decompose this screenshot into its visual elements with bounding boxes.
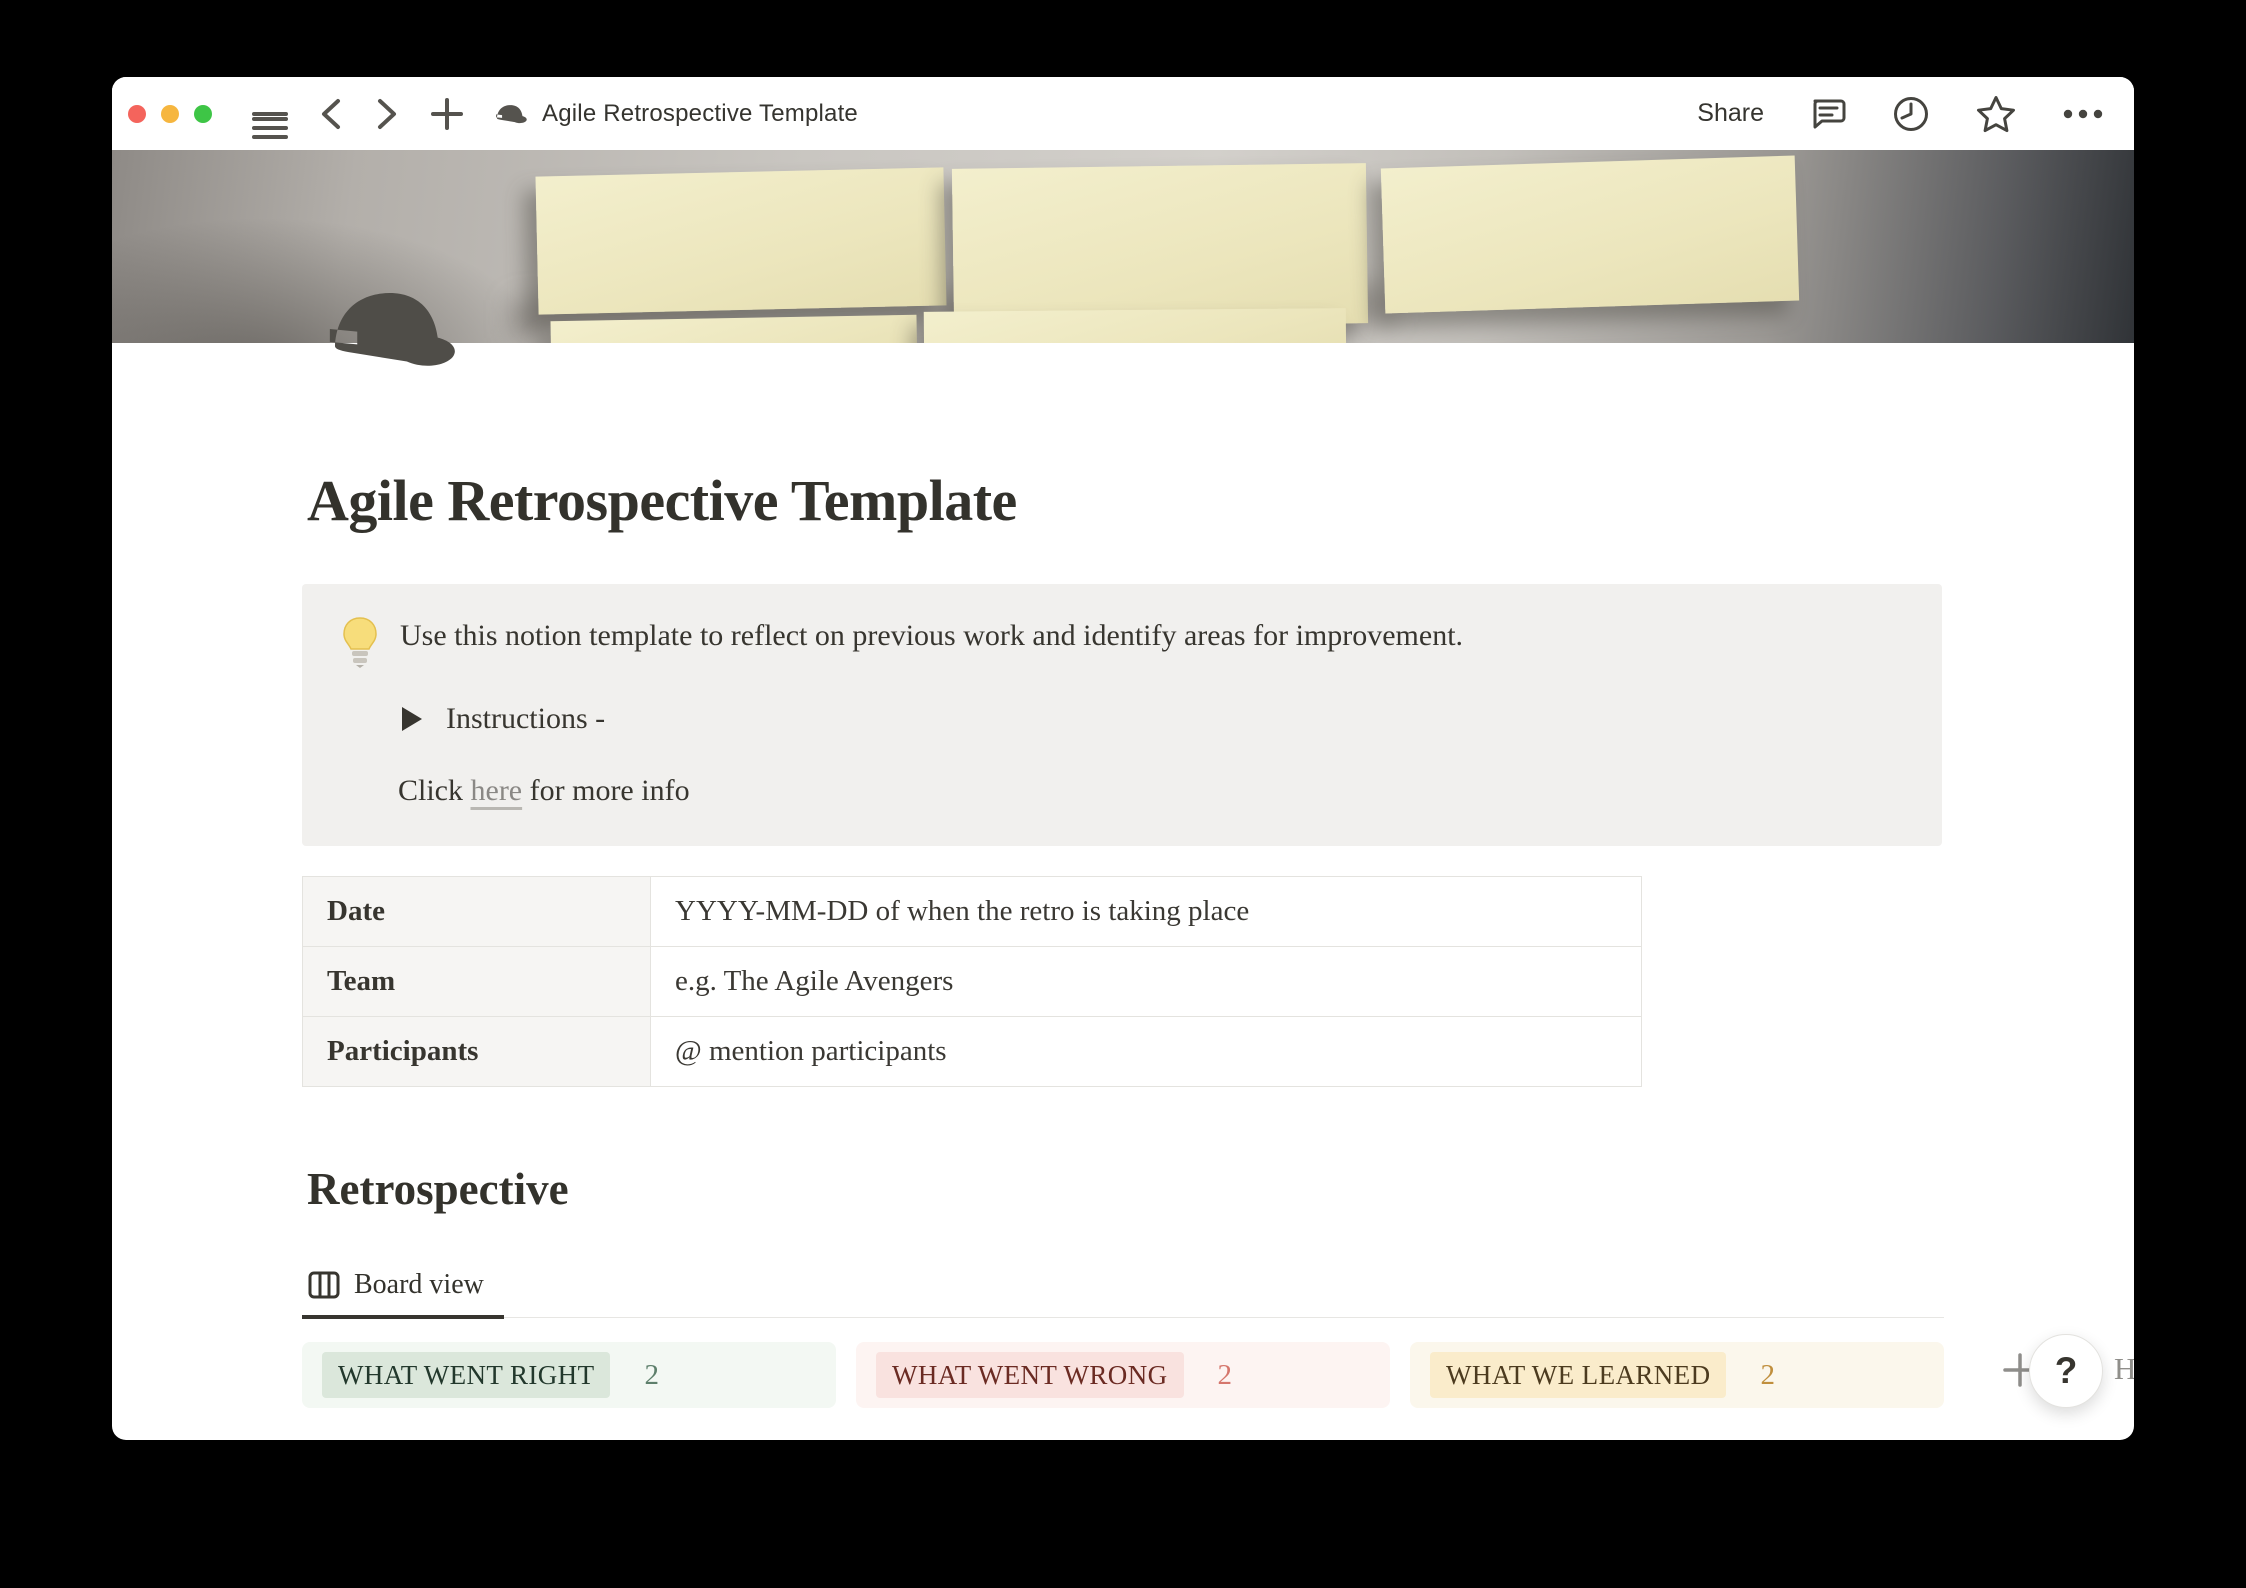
notion-window: Agile Retrospective Template Share (112, 77, 2134, 1440)
close-window-button[interactable] (128, 105, 146, 123)
page-title[interactable]: Agile Retrospective Template (307, 467, 1944, 534)
clock-icon (1892, 95, 1930, 133)
callout-main-line: Use this notion template to reflect on p… (340, 614, 1904, 668)
board-column: WHAT WE LEARNED 2 (1410, 1342, 1944, 1408)
comments-button[interactable] (1810, 96, 1846, 132)
page-body: Agile Retrospective Template Use this no… (112, 343, 2134, 1408)
sidebar-toggle-button[interactable] (252, 107, 288, 121)
property-value[interactable]: e.g. The Agile Avengers (651, 947, 1642, 1017)
more-options-button[interactable] (2062, 108, 2104, 120)
section-heading: Retrospective (307, 1163, 1944, 1215)
cap-icon (494, 102, 528, 126)
tab-board-view[interactable]: Board view (302, 1265, 504, 1319)
page-icon-cap[interactable] (323, 285, 460, 373)
hidden-columns-clipped-label[interactable]: H (2114, 1351, 2134, 1387)
window-titlebar: Agile Retrospective Template Share (112, 77, 2134, 150)
table-row: Team e.g. The Agile Avengers (303, 947, 1642, 1017)
desktop-background: Agile Retrospective Template Share (0, 0, 2246, 1588)
breadcrumb-title: Agile Retrospective Template (542, 100, 858, 128)
table-row: Participants @ mention participants (303, 1017, 1642, 1087)
group-count: 2 (1760, 1359, 1775, 1392)
property-label: Participants (303, 1017, 651, 1087)
board-column: WHAT WENT WRONG 2 (856, 1342, 1390, 1408)
link-suffix-text: for more info (522, 774, 689, 807)
plus-icon (430, 97, 464, 131)
breadcrumb[interactable]: Agile Retrospective Template (494, 100, 858, 128)
lightbulb-icon (340, 616, 380, 668)
group-count: 2 (1218, 1359, 1233, 1392)
property-label: Team (303, 947, 651, 1017)
titlebar-actions: Share (1697, 95, 2104, 133)
minimize-window-button[interactable] (161, 105, 179, 123)
hamburger-icon (252, 112, 288, 116)
window-controls (128, 105, 212, 123)
board-column: WHAT WENT RIGHT 2 (302, 1342, 836, 1408)
board-view: WHAT WENT RIGHT 2 WHAT WENT WRONG 2 WHAT… (302, 1342, 1944, 1408)
callout-block: Use this notion template to reflect on p… (302, 584, 1942, 846)
new-page-button[interactable] (430, 97, 464, 131)
sticky-note (924, 308, 1347, 343)
favorite-button[interactable] (1976, 95, 2016, 133)
chevron-right-icon (374, 97, 400, 131)
cover-shadow (512, 284, 1393, 337)
share-button[interactable]: Share (1697, 99, 1764, 128)
group-badge[interactable]: WHAT WE LEARNED (1430, 1352, 1726, 1398)
star-icon (1976, 95, 2016, 133)
view-tabs: Board view (302, 1265, 1944, 1318)
ellipsis-icon (2062, 108, 2104, 120)
group-count: 2 (644, 1359, 659, 1392)
nav-back-button[interactable] (318, 97, 344, 131)
properties-table: Date YYYY-MM-DD of when the retro is tak… (302, 876, 1642, 1087)
sticky-note (551, 315, 918, 343)
sticky-note (1381, 156, 1799, 314)
tab-board-view-label: Board view (354, 1269, 484, 1301)
help-button[interactable]: ? (2029, 1334, 2103, 1408)
updates-button[interactable] (1892, 95, 1930, 133)
toggle-triangle-icon (402, 707, 422, 731)
callout-link-line: Click here for more info (398, 774, 1904, 808)
property-value[interactable]: @ mention participants (651, 1017, 1642, 1087)
property-value[interactable]: YYYY-MM-DD of when the retro is taking p… (651, 877, 1642, 947)
group-badge[interactable]: WHAT WENT WRONG (876, 1352, 1184, 1398)
link-prefix-text: Click (398, 774, 471, 807)
sticky-note (952, 163, 1368, 329)
sticky-note (535, 167, 946, 314)
nav-forward-button[interactable] (374, 97, 400, 131)
callout-text: Use this notion template to reflect on p… (400, 614, 1463, 658)
chevron-left-icon (318, 97, 344, 131)
toggle-label: Instructions - (446, 702, 605, 736)
table-row: Date YYYY-MM-DD of when the retro is tak… (303, 877, 1642, 947)
here-link[interactable]: here (471, 774, 523, 807)
board-view-icon (308, 1271, 340, 1299)
zoom-window-button[interactable] (194, 105, 212, 123)
group-badge[interactable]: WHAT WENT RIGHT (322, 1352, 610, 1398)
instructions-toggle[interactable]: Instructions - (402, 702, 1904, 736)
property-label: Date (303, 877, 651, 947)
comment-icon (1810, 96, 1846, 132)
